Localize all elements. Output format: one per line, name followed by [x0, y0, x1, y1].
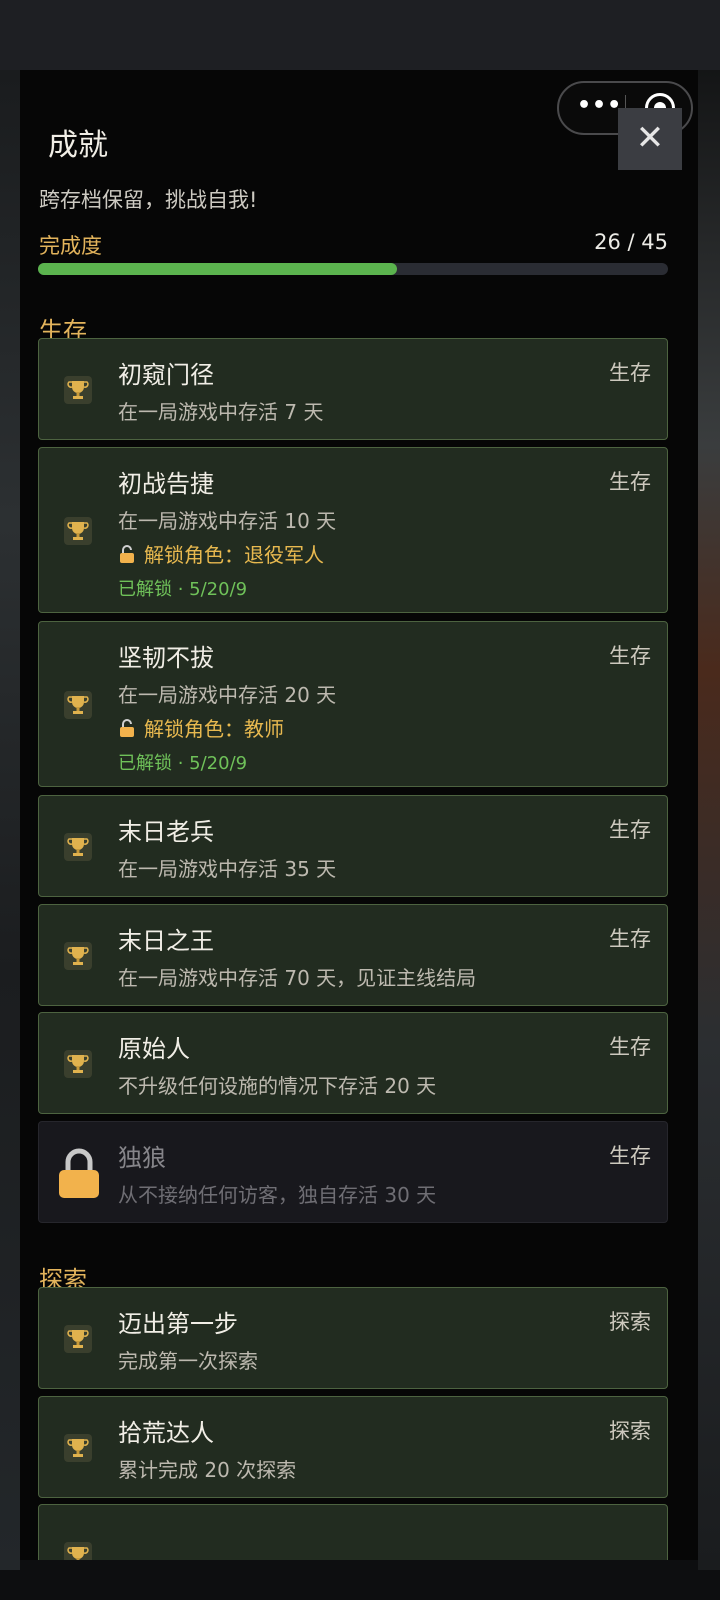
achievement-category: 探索 — [609, 1310, 651, 1334]
trophy-icon — [63, 1322, 93, 1356]
background-art-right — [698, 70, 720, 1570]
achievement-description: 累计完成 20 次探索 — [118, 1458, 297, 1482]
page-subtitle: 跨存档保留，挑战自我! — [39, 188, 258, 212]
achievement-card[interactable]: 末日老兵 生存在一局游戏中存活 35 天 — [38, 795, 668, 897]
achievement-category: 生存 — [609, 470, 651, 494]
achievement-category: 生存 — [609, 1035, 651, 1059]
achievement-name: 初窥门径 — [118, 361, 214, 389]
achievement-name: 迈出第一步 — [118, 1310, 238, 1338]
achievement-description: 在一局游戏中存活 7 天 — [118, 400, 324, 424]
trophy-icon — [63, 373, 93, 407]
achievement-reward-text: 解锁角色：退役军人 — [144, 543, 324, 567]
status-bar — [0, 0, 720, 70]
achievement-description: 完成第一次探索 — [118, 1349, 258, 1373]
achievement-reward: 解锁角色：教师 — [118, 713, 284, 742]
trophy-icon — [63, 1431, 93, 1465]
achievements-panel: 成就 ••• ✕ 跨存档保留，挑战自我! 完成度 26 / 45 生存 初窥门径生… — [20, 70, 698, 1560]
achievement-category: 生存 — [609, 1144, 651, 1168]
background-art-left — [0, 70, 20, 1570]
achievement-name: 拾荒达人 — [118, 1419, 214, 1447]
achievement-name: 末日之王 — [118, 927, 214, 955]
achievement-name: 坚韧不拔 — [118, 644, 214, 672]
achievement-category: 生存 — [609, 361, 651, 385]
achievement-description: 在一局游戏中存活 10 天 — [118, 509, 337, 533]
achievement-card[interactable]: 迈出第一步 探索完成第一次探索 — [38, 1287, 668, 1389]
progress-bar-fill — [38, 263, 398, 275]
close-button[interactable]: ✕ — [618, 108, 682, 170]
progress-bar — [38, 263, 668, 275]
lock-icon — [57, 1146, 101, 1200]
achievement-category: 生存 — [609, 818, 651, 842]
trophy-icon — [63, 830, 93, 864]
trophy-icon — [63, 688, 93, 722]
trophy-icon — [63, 939, 93, 973]
achievement-name: 原始人 — [118, 1035, 190, 1063]
achievement-description: 在一局游戏中存活 35 天 — [118, 857, 337, 881]
achievement-card[interactable]: 原始人 生存不升级任何设施的情况下存活 20 天 — [38, 1012, 668, 1114]
achievement-name: 末日老兵 — [118, 818, 214, 846]
achievement-name: 初战告捷 — [118, 470, 214, 498]
achievement-unlocked-date: 已解锁 · 5/20/9 — [118, 753, 248, 774]
achievement-description: 从不接纳任何访客，独自存活 30 天 — [118, 1183, 437, 1207]
progress-count: 26 / 45 — [594, 230, 668, 254]
achievement-reward-text: 解锁角色：教师 — [144, 717, 284, 741]
trophy-icon — [63, 1047, 93, 1081]
achievement-description: 在一局游戏中存活 20 天 — [118, 683, 337, 707]
achievement-card[interactable]: 独狼 生存从不接纳任何访客，独自存活 30 天 — [38, 1121, 668, 1223]
more-icon[interactable]: ••• — [577, 93, 622, 118]
achievement-card[interactable]: 末日之王 生存在一局游戏中存活 70 天，见证主线结局 — [38, 904, 668, 1006]
padlock-icon — [120, 545, 134, 563]
trophy-icon — [63, 1539, 93, 1560]
achievement-description: 不升级任何设施的情况下存活 20 天 — [118, 1074, 437, 1098]
achievement-card[interactable]: 坚韧不拔 生存在一局游戏中存活 20 天解锁角色：教师已解锁 · 5/20/9 — [38, 621, 668, 787]
achievement-description: 在一局游戏中存活 70 天，见证主线结局 — [118, 966, 477, 990]
achievement-category: 探索 — [609, 1419, 651, 1443]
achievement-reward: 解锁角色：退役军人 — [118, 539, 324, 568]
trophy-icon — [63, 514, 93, 548]
achievement-name: 独狼 — [118, 1144, 166, 1172]
padlock-icon — [120, 719, 134, 737]
progress-label: 完成度 — [39, 234, 102, 258]
achievement-card[interactable]: 初战告捷 生存在一局游戏中存活 10 天解锁角色：退役军人已解锁 · 5/20/9 — [38, 447, 668, 613]
achievement-card[interactable]: 初窥门径 生存在一局游戏中存活 7 天 — [38, 338, 668, 440]
page-title: 成就 — [48, 128, 108, 163]
achievement-unlocked-date: 已解锁 · 5/20/9 — [118, 579, 248, 600]
achievement-category: 生存 — [609, 644, 651, 668]
achievement-card[interactable] — [38, 1504, 668, 1560]
achievement-card[interactable]: 拾荒达人 探索累计完成 20 次探索 — [38, 1396, 668, 1498]
achievement-category: 生存 — [609, 927, 651, 951]
